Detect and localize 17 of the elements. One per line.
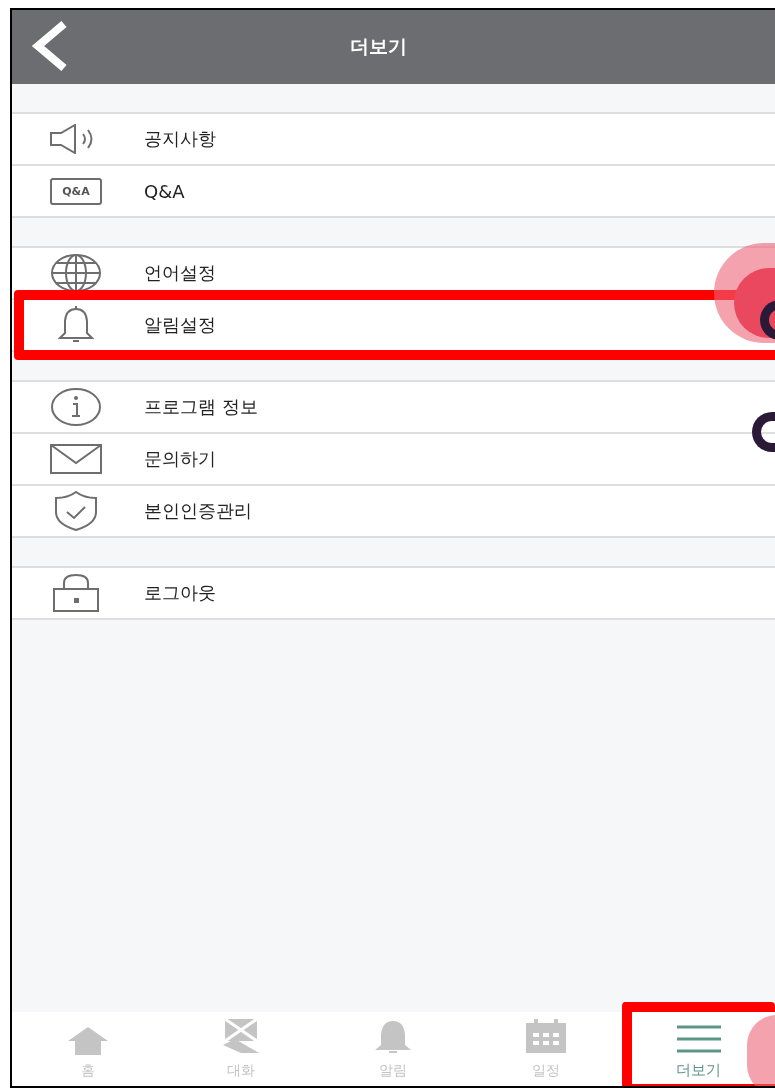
touch-indicator — [747, 1015, 775, 1086]
calendar-icon — [524, 1019, 569, 1055]
menu-item-label[interactable]: 본인인증관리 — [122, 499, 252, 523]
menu-item-label[interactable]: 언어설정 — [122, 261, 216, 285]
menu-item-label[interactable]: 문의하기 — [122, 447, 216, 471]
menu-icon — [674, 1025, 723, 1053]
menu-item-label[interactable]: Q&A — [122, 180, 185, 202]
info-icon — [49, 387, 103, 427]
screen-title: 더보기 — [349, 34, 408, 59]
tab-button[interactable]: 더보기 — [622, 1012, 775, 1084]
menu-item-label[interactable]: 프로그램 정보 — [122, 395, 258, 419]
qa-bubble-icon: Q&A — [50, 177, 102, 205]
globe-icon — [49, 253, 103, 293]
menu-item-label[interactable]: 알림설정 — [122, 313, 216, 337]
menu-item-label[interactable]: 로그아웃 — [122, 581, 216, 605]
menu-item-label[interactable]: 공지사항 — [122, 127, 216, 151]
envelope-icon — [49, 443, 103, 475]
